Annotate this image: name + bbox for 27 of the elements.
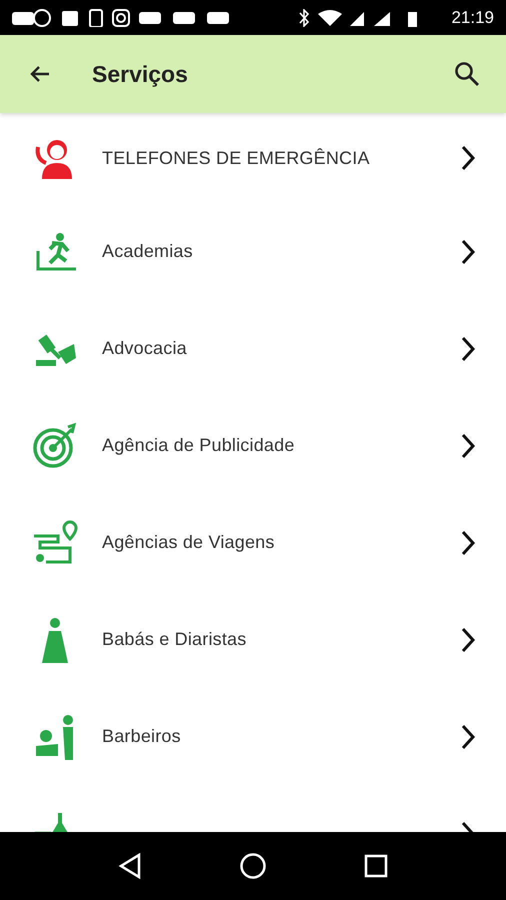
service-label: Barbeiros	[102, 726, 182, 747]
recents-square-icon[interactable]	[364, 854, 388, 878]
chevron-right-icon	[460, 626, 476, 652]
search-icon	[454, 61, 480, 87]
service-label: Babás e Diaristas	[102, 629, 248, 650]
chevron-right-icon	[460, 724, 476, 750]
service-item[interactable]: Babás e Diaristas	[0, 591, 506, 688]
service-label: Agências de Viagens	[102, 532, 276, 553]
service-item[interactable]: TELEFONES DE EMERGÊNCIA	[0, 113, 506, 203]
service-label: Advocacia	[102, 338, 188, 359]
clock-text: 21:19	[451, 8, 494, 28]
chevron-right-icon	[460, 238, 476, 264]
chevron-right-icon	[460, 336, 476, 362]
screen-title: Serviços	[92, 60, 189, 88]
back-triangle-icon[interactable]	[118, 853, 142, 879]
chevron-right-icon	[460, 432, 476, 458]
chevron-right-icon	[460, 145, 476, 171]
service-label: Academias	[102, 241, 194, 262]
chevron-right-icon	[460, 530, 476, 556]
service-item[interactable]: Agência de Publicidade	[0, 397, 506, 494]
home-circle-icon[interactable]	[238, 852, 267, 880]
service-item[interactable]: Barbeiros	[0, 688, 506, 785]
service-label: Agência de Publicidade	[102, 435, 296, 456]
service-label: TELEFONES DE EMERGÊNCIA	[102, 148, 371, 168]
service-item[interactable]: Advocacia	[0, 300, 506, 397]
service-item[interactable]: Agências de Viagens	[0, 494, 506, 591]
service-item[interactable]: Academias	[0, 203, 506, 300]
